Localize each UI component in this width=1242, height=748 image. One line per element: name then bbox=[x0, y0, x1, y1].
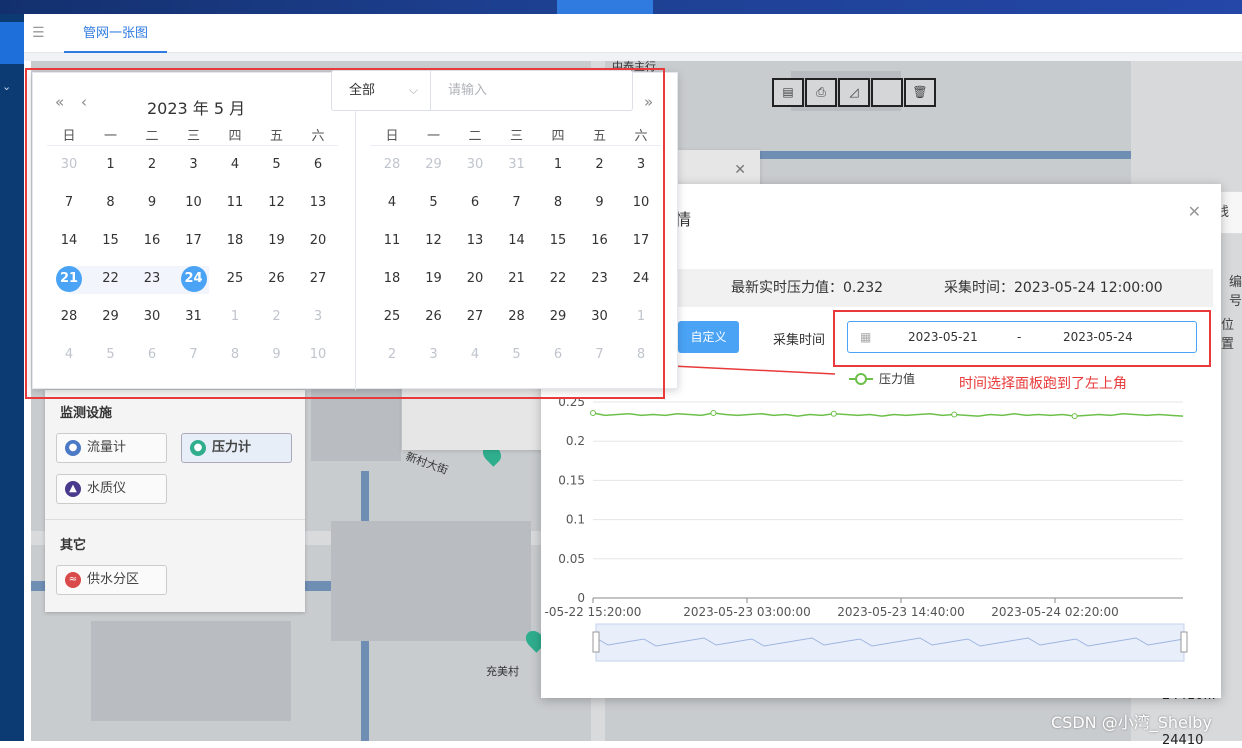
x-tick-label: -05-22 15:20:00 bbox=[545, 605, 642, 619]
filter-bar: 全部 ⌵ 请输入 bbox=[331, 70, 633, 111]
legend-supply-zone[interactable]: ≈ 供水分区 bbox=[56, 565, 167, 595]
x-tick-label: 2023-05-23 03:00:00 bbox=[683, 605, 810, 619]
chart-icon[interactable]: ◿ bbox=[838, 78, 870, 107]
pressure-chart[interactable]: 00.050.10.150.20.25-05-22 15:20:00 2023-0… bbox=[541, 369, 1221, 679]
data-point bbox=[830, 410, 837, 417]
section-other: 其它 bbox=[60, 538, 87, 553]
menu-toggle-icon[interactable]: ☰ bbox=[32, 25, 48, 41]
legend-panel: 监测设施 ● 流量计 ● 压力计 ▲ 水质仪 其它 ≈ 供水分区 bbox=[45, 390, 305, 612]
data-point bbox=[951, 411, 958, 418]
search-input[interactable]: 请输入 bbox=[431, 70, 633, 111]
legend-flowmeter[interactable]: ● 流量计 bbox=[56, 433, 167, 463]
close-icon[interactable]: ✕ bbox=[734, 162, 746, 178]
custom-button[interactable]: 自定义 bbox=[678, 321, 739, 353]
chevron-down-icon: ⌵ bbox=[408, 83, 418, 97]
collect-time-label: 采集时间 bbox=[773, 333, 826, 348]
tab-pipe-network[interactable]: 管网一张图 bbox=[64, 14, 168, 53]
x-tick-label: 2023-05-23 14:40:00 bbox=[837, 605, 964, 619]
highlight-picker-box bbox=[25, 68, 665, 399]
data-point bbox=[590, 409, 596, 416]
latest-pressure: 最新实时压力值：0.232 bbox=[731, 280, 884, 296]
legend-label: 压力值 bbox=[879, 371, 915, 386]
legend-pressure-gauge[interactable]: ● 压力计 bbox=[181, 433, 292, 463]
type-select[interactable]: 全部 ⌵ bbox=[331, 70, 431, 111]
section-monitor: 监测设施 bbox=[60, 406, 113, 421]
y-tick-label: 0.1 bbox=[566, 513, 585, 527]
data-point bbox=[1071, 413, 1078, 420]
legend-water-quality[interactable]: ▲ 水质仪 bbox=[56, 474, 167, 504]
right-label-position: 位置 bbox=[1221, 318, 1235, 352]
y-tick-label: 0.05 bbox=[558, 552, 585, 566]
trash-icon[interactable]: 🗑 bbox=[904, 78, 936, 107]
water-quality-icon: ▲ bbox=[65, 481, 81, 497]
zoom-handle-left bbox=[592, 631, 600, 653]
annotation-arrow bbox=[664, 361, 836, 375]
highlight-range-box bbox=[833, 310, 1211, 367]
series-line bbox=[592, 412, 1184, 417]
collect-time: 采集时间：2023-05-24 12:00:00 bbox=[944, 280, 1163, 296]
right-label-id: 编号 bbox=[1229, 275, 1242, 309]
blank-tool-icon[interactable] bbox=[871, 78, 903, 107]
chevron-down-icon[interactable]: ⌄ bbox=[2, 80, 11, 93]
map-toolbar: ▤ ⎙ ◿ 🗑 bbox=[772, 78, 937, 107]
y-tick-label: 0 bbox=[577, 591, 585, 605]
left-sidebar: ⌄ bbox=[0, 14, 24, 741]
flowmeter-icon: ● bbox=[65, 440, 81, 456]
pressure-gauge-icon: ● bbox=[190, 440, 206, 456]
print-icon[interactable]: ⎙ bbox=[805, 78, 837, 107]
map-label-village: 充美村 bbox=[486, 665, 519, 678]
x-tick-label: 2023-05-24 02:20:00 bbox=[991, 605, 1118, 619]
tab-bar: ☰ 管网一张图 bbox=[24, 14, 1242, 53]
y-tick-label: 0.15 bbox=[558, 473, 585, 487]
top-banner bbox=[0, 0, 1242, 14]
sidebar-active-item[interactable] bbox=[0, 22, 24, 64]
data-point bbox=[710, 409, 717, 416]
legend-marker bbox=[855, 373, 867, 385]
annotation-text: 时间选择面板跑到了左上角 bbox=[959, 376, 1127, 392]
supply-zone-icon: ≈ bbox=[65, 572, 81, 588]
ruler-icon[interactable]: ▤ bbox=[772, 78, 804, 107]
close-icon[interactable]: ✕ bbox=[1188, 202, 1201, 221]
active-top-tab[interactable] bbox=[557, 0, 653, 14]
y-tick-label: 0.2 bbox=[566, 434, 585, 448]
legend-divider bbox=[45, 519, 305, 520]
watermark: CSDN @小湾_Shelby bbox=[1051, 713, 1212, 732]
zoom-handle-right bbox=[1180, 631, 1188, 653]
